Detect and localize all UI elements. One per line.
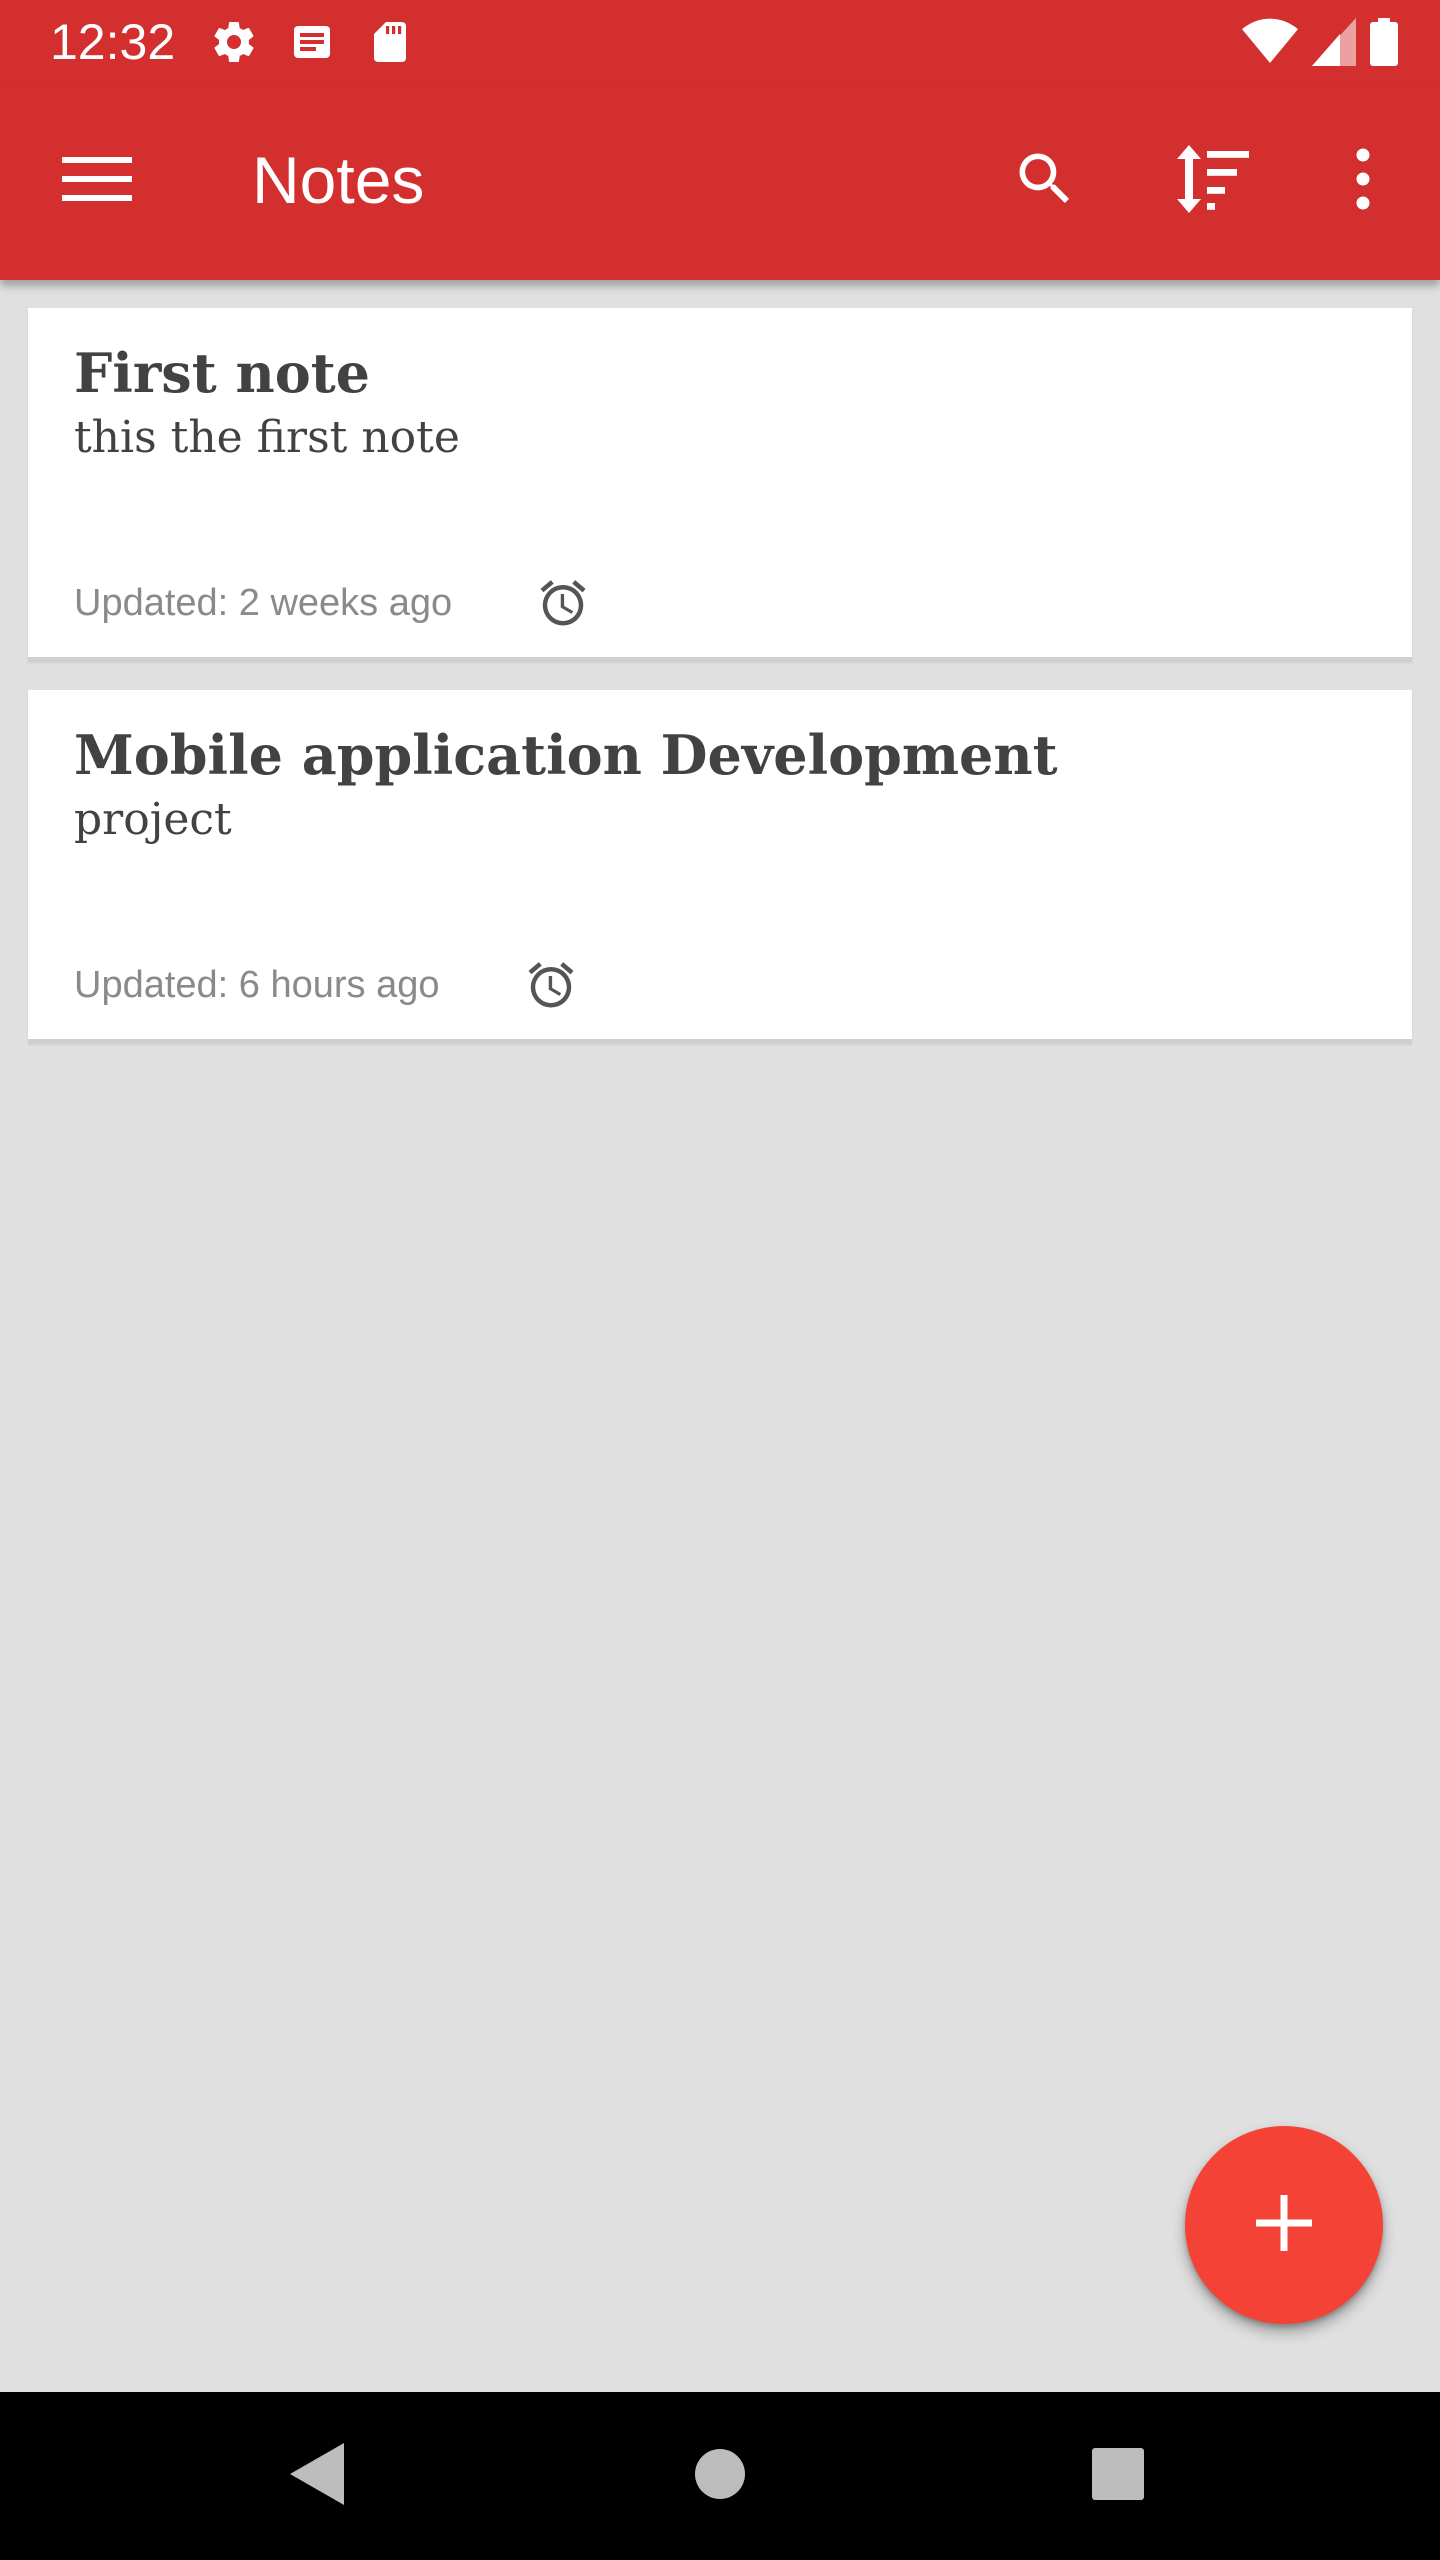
recents-icon bbox=[1091, 2447, 1145, 2506]
search-button[interactable] bbox=[990, 126, 1100, 236]
sort-button[interactable] bbox=[1160, 126, 1270, 236]
app-bar: Notes bbox=[0, 84, 1440, 280]
more-vert-icon bbox=[1353, 147, 1373, 216]
note-title: Mobile application Development bbox=[74, 723, 1058, 787]
page-title: Notes bbox=[252, 143, 425, 217]
recents-button[interactable] bbox=[1068, 2426, 1168, 2526]
status-right-icons bbox=[1242, 18, 1398, 66]
add-note-button[interactable] bbox=[1185, 2126, 1383, 2324]
back-button[interactable] bbox=[268, 2426, 368, 2526]
system-nav-bar bbox=[0, 2392, 1440, 2560]
status-time: 12:32 bbox=[50, 14, 176, 70]
battery-icon bbox=[1370, 18, 1398, 66]
settings-icon bbox=[210, 18, 258, 66]
note-updated-time: Updated: 2 weeks ago bbox=[74, 582, 453, 624]
sort-icon bbox=[1177, 144, 1253, 218]
note-body: this the first note bbox=[74, 412, 460, 463]
plus-icon bbox=[1256, 2194, 1312, 2256]
note-card[interactable]: First note this the first note Updated: … bbox=[28, 308, 1412, 662]
home-button[interactable] bbox=[670, 2426, 770, 2526]
notes-list: First note this the first note Updated: … bbox=[28, 308, 1412, 1072]
sd-card-icon bbox=[366, 18, 414, 66]
note-body: project bbox=[74, 794, 232, 845]
search-icon bbox=[1011, 145, 1079, 218]
menu-icon bbox=[62, 151, 132, 212]
home-icon bbox=[694, 2448, 746, 2505]
wifi-icon bbox=[1242, 18, 1298, 66]
note-title: First note bbox=[74, 341, 371, 405]
notification-news-icon bbox=[288, 18, 336, 66]
cell-signal-icon bbox=[1312, 18, 1356, 66]
menu-button[interactable] bbox=[42, 126, 152, 236]
alarm-icon[interactable] bbox=[536, 576, 590, 630]
more-options-button[interactable] bbox=[1308, 126, 1418, 236]
status-bar: 12:32 bbox=[0, 0, 1440, 84]
status-left-icons bbox=[210, 18, 414, 66]
note-updated-time: Updated: 6 hours ago bbox=[74, 964, 440, 1006]
alarm-icon[interactable] bbox=[524, 958, 578, 1012]
note-card[interactable]: Mobile application Development project U… bbox=[28, 690, 1412, 1044]
back-icon bbox=[290, 2442, 346, 2510]
